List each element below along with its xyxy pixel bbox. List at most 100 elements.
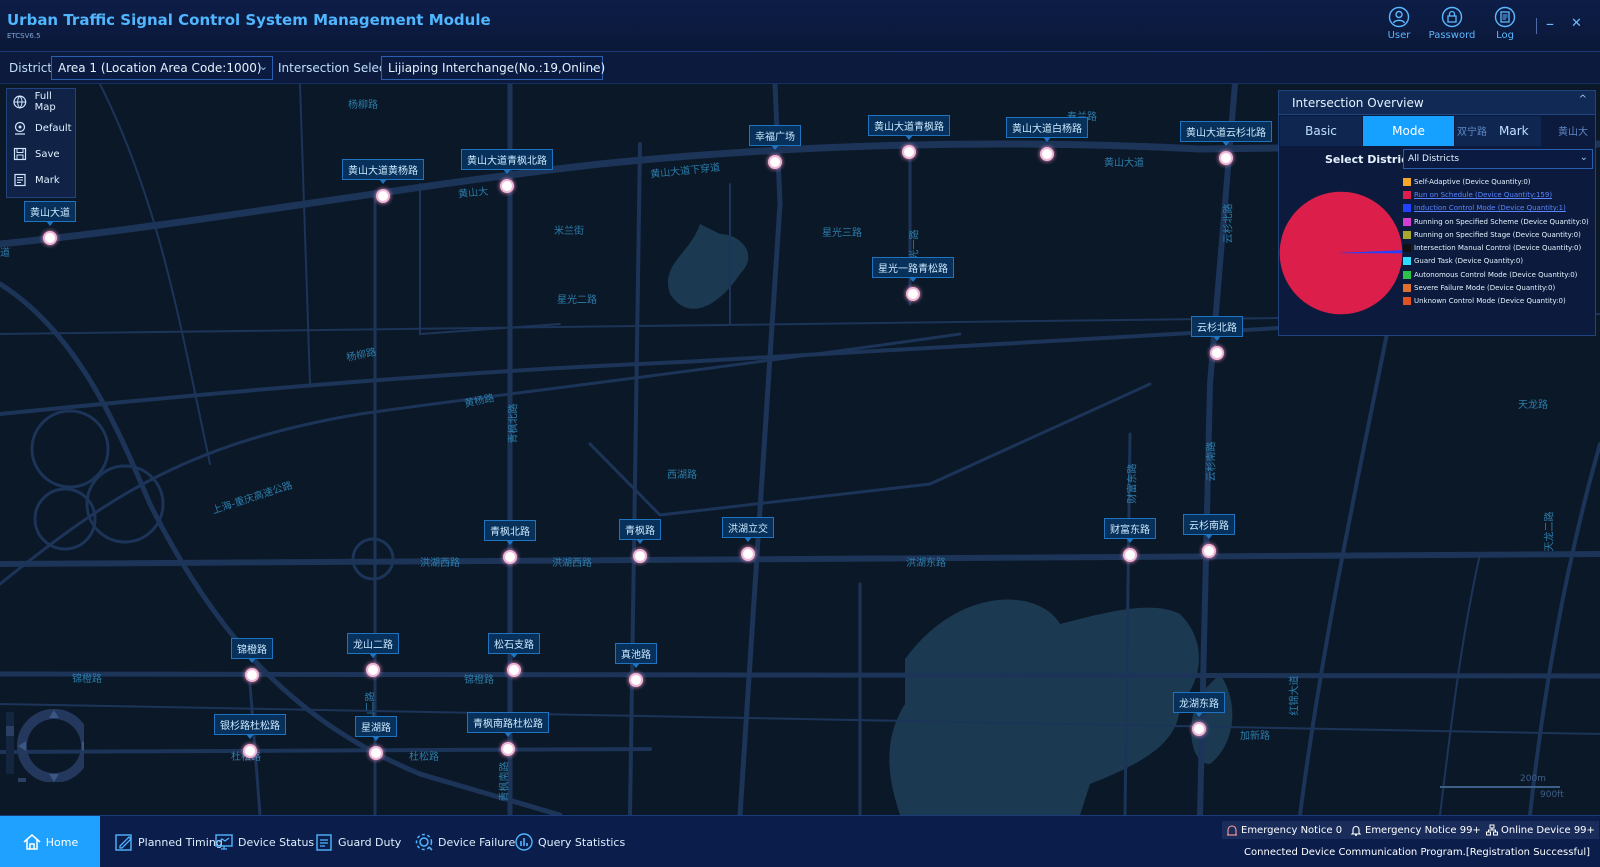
signal-node-icon[interactable] (376, 189, 390, 203)
tab-mode[interactable]: Mode (1363, 116, 1454, 146)
signal-node-icon[interactable] (501, 742, 515, 756)
overview-tabs: Basic Mode Mark 双宁路 黄山大 (1280, 116, 1596, 146)
zoom-handle[interactable] (6, 726, 14, 736)
legend-item[interactable]: Self-Adaptive (Device Quantity:0) (1403, 175, 1595, 188)
nav-device-status[interactable]: Device Status (214, 816, 314, 867)
collapse-icon[interactable]: ^ (1579, 94, 1587, 105)
nav-query-statistics[interactable]: Query Statistics (514, 816, 625, 867)
emergency-notice-badge[interactable]: Emergency Notice 0 (1222, 821, 1347, 839)
signal-node-icon[interactable] (768, 155, 782, 169)
online-device-badge[interactable]: Online Device 99+ (1482, 821, 1599, 839)
intersection-label[interactable]: 黄山大道白杨路 (1006, 117, 1088, 142)
intersection-label[interactable]: 真池路 (615, 643, 657, 668)
legend-item[interactable]: Induction Control Mode (Device Quantity:… (1403, 202, 1595, 215)
intersection-select[interactable]: Lijiaping Interchange(No.:19,Online) ⌄ (381, 56, 605, 80)
notice-badge[interactable]: Emergency Notice 99+ (1346, 821, 1485, 839)
nav-guard-duty[interactable]: Guard Duty (314, 816, 401, 867)
full-map-button[interactable]: Full Map (7, 89, 75, 115)
nav-guard-duty-label: Guard Duty (338, 835, 402, 849)
legend-swatch (1403, 244, 1411, 253)
signal-node-icon[interactable] (366, 663, 380, 677)
signal-node-icon[interactable] (500, 179, 514, 193)
intersection-label[interactable]: 黄山大道云杉北路 (1180, 121, 1272, 146)
road-label: 星光三路 (822, 228, 862, 239)
legend-label: Running on Specified Stage (Device Quant… (1414, 230, 1581, 239)
signal-node-icon[interactable] (741, 547, 755, 561)
signal-node-icon[interactable] (1210, 346, 1224, 360)
intersection-label[interactable]: 银杉路杜松路 (214, 714, 286, 739)
zoom-slider[interactable] (6, 712, 14, 774)
district-select[interactable]: Area 1 (Location Area Code:1000) ⌄ (51, 56, 273, 80)
intersection-label[interactable]: 财富东路 (1104, 518, 1156, 543)
network-icon (1486, 824, 1498, 836)
signal-node-icon[interactable] (1040, 147, 1054, 161)
bell-icon (1350, 826, 1362, 836)
minimize-button[interactable]: – (1546, 14, 1554, 33)
mark-label: Mark (35, 174, 60, 186)
log-button[interactable]: Log (1477, 6, 1533, 41)
nav-device-failure[interactable]: Device Failure (414, 816, 515, 867)
signal-node-icon[interactable] (43, 231, 57, 245)
legend-swatch (1403, 297, 1411, 306)
legend-item[interactable]: Intersection Manual Control (Device Quan… (1403, 241, 1595, 254)
intersection-label[interactable]: 幸福广场 (749, 125, 801, 150)
signal-node-icon[interactable] (369, 746, 383, 760)
legend-item[interactable]: Run on Schedule (Device Quantity:159) (1403, 188, 1595, 201)
signal-node-icon[interactable] (1219, 151, 1233, 165)
intersection-label[interactable]: 黄山大道青枫北路 (461, 149, 553, 174)
nav-planned-timing[interactable]: Planned Timing (114, 816, 223, 867)
title-divider (1536, 18, 1537, 34)
intersection-label[interactable]: 黄山大道黄杨路 (342, 159, 424, 184)
intersection-label[interactable]: 星光一路青松路 (872, 257, 954, 282)
signal-node-icon[interactable] (906, 287, 920, 301)
emergency-notice-label: Emergency Notice 0 (1241, 824, 1343, 836)
bottom-bar: Home Planned Timing Device Status Guard … (0, 815, 1600, 867)
signal-node-icon[interactable] (503, 550, 517, 564)
legend-item[interactable]: Severe Failure Mode (Device Quantity:0) (1403, 281, 1595, 294)
signal-node-icon[interactable] (1123, 548, 1137, 562)
signal-node-icon[interactable] (245, 668, 259, 682)
legend-item[interactable]: Running on Specified Stage (Device Quant… (1403, 228, 1595, 241)
tab-basic[interactable]: Basic (1280, 116, 1362, 146)
intersection-label[interactable]: 黄山大道青枫路 (868, 115, 950, 140)
nav-home[interactable]: Home (0, 816, 100, 867)
nav-home-label: Home (45, 835, 79, 849)
intersection-label[interactable]: 青枫北路 (484, 520, 536, 545)
signal-node-icon[interactable] (902, 145, 916, 159)
intersection-label[interactable]: 龙山二路 (347, 633, 399, 658)
intersection-label[interactable]: 龙湖东路 (1173, 692, 1225, 717)
intersection-label[interactable]: 黄山大道 (24, 201, 76, 226)
intersection-label[interactable]: 松石支路 (488, 633, 540, 658)
signal-node-icon[interactable] (633, 549, 647, 563)
map-pan-control[interactable] (4, 702, 84, 782)
intersection-label[interactable]: 青枫路 (619, 519, 661, 544)
legend-item[interactable]: Autonomous Control Mode (Device Quantity… (1403, 268, 1595, 281)
legend-swatch (1403, 177, 1411, 186)
intersection-label[interactable]: 洪湖立交 (722, 517, 774, 542)
intersection-label[interactable]: 锦橙路 (231, 638, 273, 663)
legend-item[interactable]: Running on Specified Scheme (Device Quan… (1403, 215, 1595, 228)
legend-item[interactable]: Unknown Control Mode (Device Quantity:0) (1403, 295, 1595, 308)
signal-node-icon[interactable] (1202, 544, 1216, 558)
signal-node-icon[interactable] (243, 744, 257, 758)
signal-node-icon[interactable] (1192, 722, 1206, 736)
traffic-map[interactable]: 杨柳路春兰路黄山大道下穿道黄山大道黄山大米兰街星光三路星光二路杨柳路黄杨路上海-… (0, 84, 1600, 815)
user-button[interactable]: User (1371, 6, 1427, 41)
road-label: 道 (0, 248, 10, 259)
close-button[interactable]: ✕ (1571, 16, 1582, 31)
password-button[interactable]: Password (1424, 6, 1480, 41)
save-button[interactable]: Save (7, 141, 75, 167)
mark-button[interactable]: Mark (7, 167, 75, 193)
overview-ghost-label: 黄山大 (1558, 127, 1588, 138)
intersection-label[interactable]: 青枫南路杜松路 (467, 712, 549, 737)
intersection-label[interactable]: 星湖路 (355, 716, 397, 741)
intersection-label[interactable]: 云杉北路 (1191, 316, 1243, 341)
legend-item[interactable]: Guard Task (Device Quantity:0) (1403, 255, 1595, 268)
signal-node-icon[interactable] (629, 673, 643, 687)
chevron-down-icon: ⌄ (258, 60, 268, 73)
gear-icon (415, 833, 433, 851)
overview-district-select[interactable]: All Districts ⌄ (1403, 149, 1593, 169)
signal-node-icon[interactable] (507, 663, 521, 677)
default-view-button[interactable]: Default (7, 115, 75, 141)
intersection-label[interactable]: 云杉南路 (1183, 514, 1235, 539)
